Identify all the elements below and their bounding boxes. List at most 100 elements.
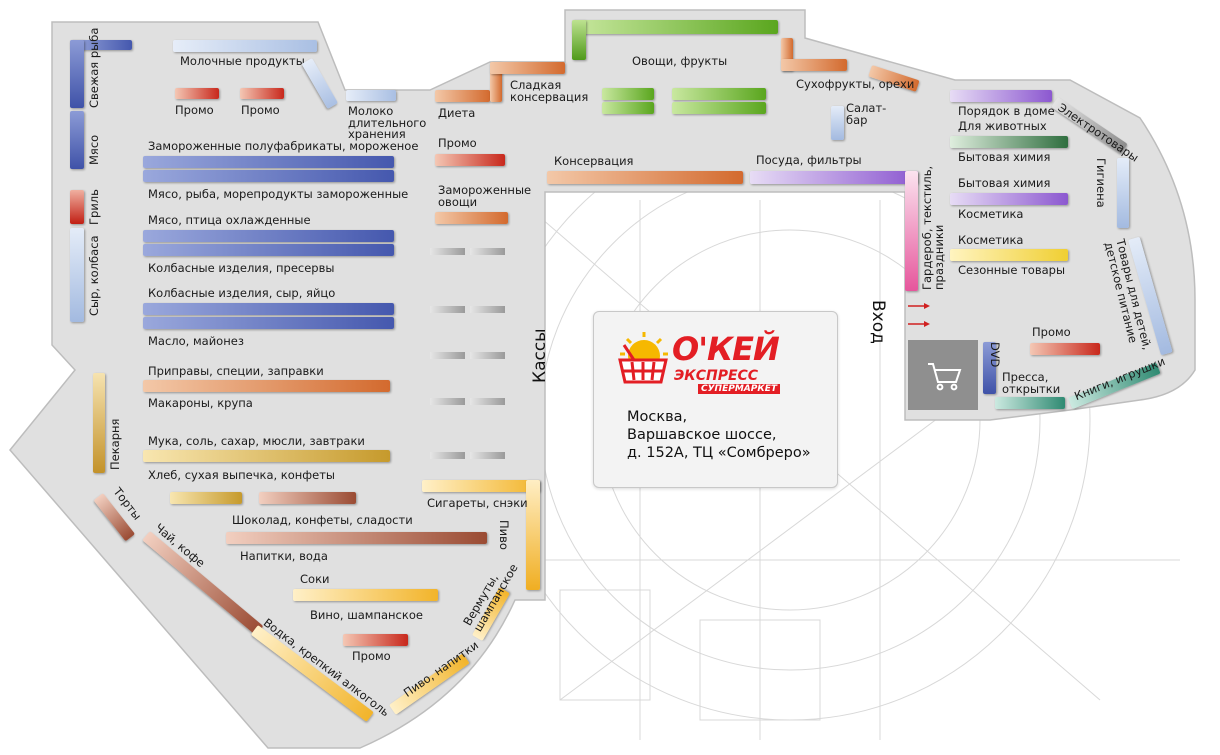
label-checkouts: Кассы (530, 328, 550, 383)
shelf-preserves (547, 171, 743, 184)
checkout-lane (430, 306, 465, 313)
label-entrance: Вход (868, 300, 888, 344)
shelf-spices (143, 380, 390, 392)
label-cheese-sausage: Сыр, колбаса (87, 235, 101, 316)
shelf-frozen-1 (143, 156, 394, 168)
promo-stand-2 (240, 88, 284, 99)
shelf-dishes (750, 171, 918, 184)
checkout-lane (470, 306, 505, 313)
checkout-lane (430, 352, 465, 359)
label-juices: Соки (300, 572, 330, 586)
shelf-household-order (950, 90, 1052, 102)
label-seasonal: Сезонные товары (958, 263, 1066, 277)
shelf-sweet-preserve (490, 62, 565, 74)
shelf-textile (905, 171, 918, 291)
shelf-sausage-1 (143, 303, 394, 315)
label-dairy: Молочные продукты (180, 54, 305, 68)
label-pasta-grain: Макароны, крупа (148, 396, 253, 410)
label-home-order: Порядок в доме (958, 104, 1055, 118)
label-sweet-preserve: Сладкая консервация (510, 78, 589, 104)
shelf-grill (70, 190, 84, 224)
shelf-long-milk (346, 90, 396, 101)
label-promo-right: Промо (1032, 325, 1071, 339)
label-pets: Для животных (958, 119, 1047, 133)
label-dishes: Посуда, фильтры (756, 153, 862, 167)
label-wine: Вино, шампанское (310, 608, 423, 622)
label-frozen-semi: Замороженные полуфабрикаты, мороженое (148, 139, 419, 153)
label-dvd: DVD (988, 342, 1002, 368)
label-drinks-water: Напитки, вода (240, 549, 328, 563)
label-chilled-meat: Мясо, птица охлажденные (148, 213, 311, 227)
shelf-dried-fruit (781, 59, 847, 71)
shelf-diet (435, 90, 490, 102)
label-meat: Мясо (87, 134, 101, 165)
shelf-bakery (93, 373, 105, 473)
label-hygiene: Гигиена (1094, 158, 1108, 208)
shelf-veg-island-1a (602, 88, 654, 100)
shelf-salad-bar (831, 106, 844, 140)
entrance-arrow (908, 303, 930, 309)
label-textile: Гардероб, текстиль, праздники (920, 165, 946, 290)
label-grill: Гриль (87, 189, 101, 225)
cart-icon (928, 363, 962, 391)
shelf-seasonal (950, 249, 1068, 261)
cart-area (908, 340, 978, 410)
label-vegetables-fruits: Овощи, фрукты (632, 54, 728, 68)
address-line-2: Варшавское шоссе, (627, 427, 777, 443)
label-preserves: Консервация (554, 154, 634, 168)
label-bakery: Пекарня (108, 418, 122, 470)
label-flour: Мука, соль, сахар, мюсли, завтраки (148, 434, 365, 448)
address-line-1: Москва, (627, 409, 688, 425)
label-cigarettes: Сигареты, снэки (427, 496, 528, 510)
label-fresh-fish: Свежая рыба (87, 27, 101, 108)
shelf-press (995, 397, 1065, 409)
checkout-lane (430, 248, 465, 255)
shelf-veg-island-1b (602, 102, 654, 114)
shelf-chilled-1 (143, 230, 394, 242)
shelf-chilled-2 (143, 244, 394, 256)
promo-stand-mid (435, 154, 505, 166)
shelf-veg-left (572, 20, 586, 60)
address-line-3: д. 152А, ТЦ «Сомбреро» (627, 445, 811, 461)
promo-stand-right (1030, 343, 1100, 355)
promo-stand-1 (175, 88, 219, 99)
label-promo-mid: Промо (438, 136, 477, 150)
label-sausage-preserves: Колбасные изделия, пресервы (148, 261, 335, 275)
brand-name: О'КЕЙ (672, 330, 780, 368)
label-frozen-veg: Замороженные овощи (438, 183, 532, 209)
shelf-cigarettes (422, 480, 540, 492)
label-dried-fruit: Сухофрукты, орехи (796, 77, 915, 91)
label-cosmetics-2: Косметика (958, 233, 1024, 247)
label-cosmetics-1: Косметика (958, 207, 1024, 221)
label-chocolate: Шоколад, конфеты, сладости (232, 513, 413, 527)
shelf-veg-island-2b (672, 102, 766, 114)
checkout-lane (430, 398, 465, 405)
shelf-household-chem (950, 193, 1068, 205)
checkout-lane (470, 452, 505, 459)
label-beer: Пиво (497, 520, 511, 550)
shelf-pets (950, 136, 1068, 148)
label-press: Пресса, открытки (1002, 370, 1061, 396)
label-diet: Диета (438, 106, 476, 120)
brand-sub2: СУПЕРМАРКЕТ (698, 384, 780, 394)
checkout-lane (430, 452, 465, 459)
shelf-veg-island-2a (672, 88, 766, 100)
shelf-chocolate (226, 532, 487, 544)
checkout-lane (470, 398, 505, 405)
brand-sub: ЭКСПРЕСС (674, 368, 759, 384)
label-sausage-cheese-eggs: Колбасные изделия, сыр, яйцо (148, 286, 336, 300)
label-promo-1: Промо (175, 103, 214, 117)
label-spices: Приправы, специи, заправки (148, 364, 324, 378)
shelf-hygiene (1117, 158, 1129, 228)
shelf-veg-top (572, 20, 778, 34)
shelf-meat (70, 111, 84, 169)
label-household-chem-1: Бытовая химия (958, 150, 1051, 164)
store-address: Москва, Варшавское шоссе, д. 152А, ТЦ «С… (627, 408, 811, 462)
promo-stand-bottom (343, 634, 408, 646)
label-salad-bar: Салат-бар (846, 101, 887, 127)
shelf-frozen-veg (435, 212, 508, 224)
shelf-bread (170, 492, 242, 504)
label-household-chem-2: Бытовая химия (958, 176, 1051, 190)
checkout-lane (470, 352, 505, 359)
shelf-cheese-sausage (70, 228, 84, 322)
